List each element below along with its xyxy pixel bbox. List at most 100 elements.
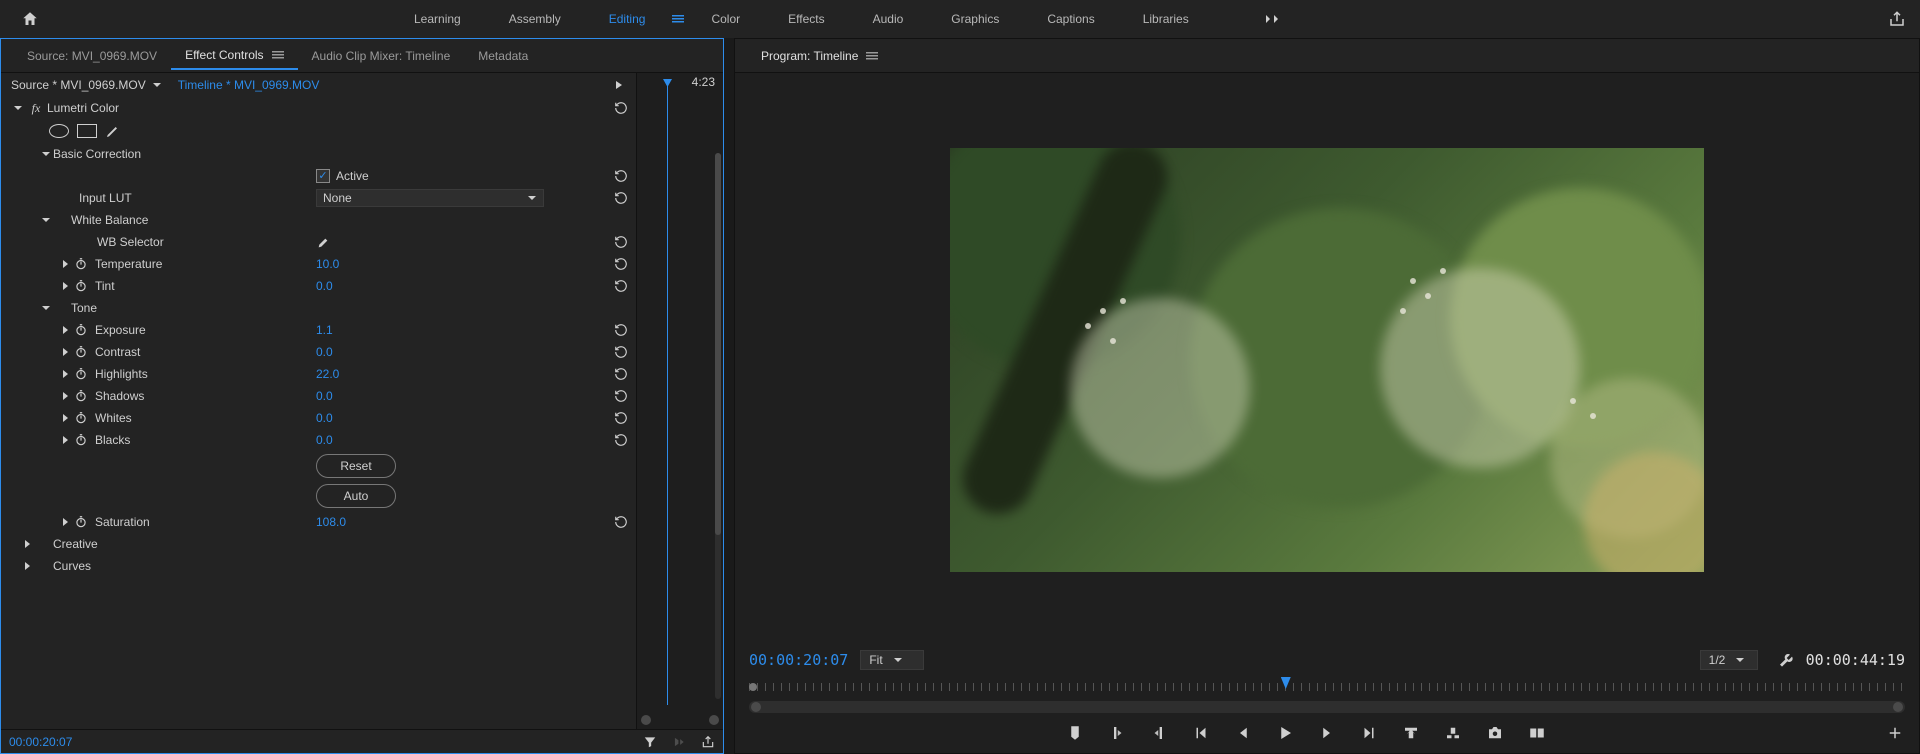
temperature-value[interactable]: 10.0: [316, 257, 339, 271]
effect-controls-scrollbar[interactable]: [715, 153, 721, 699]
stopwatch-shadows-icon[interactable]: [73, 388, 89, 404]
program-zoom-scrollbar[interactable]: [749, 701, 1905, 713]
stopwatch-blacks-icon[interactable]: [73, 432, 89, 448]
tone-auto-button[interactable]: Auto: [316, 484, 396, 508]
twirl-shadows[interactable]: [59, 391, 73, 401]
tone-reset-button[interactable]: Reset: [316, 454, 396, 478]
saturation-value[interactable]: 108.0: [316, 515, 346, 529]
twirl-tint[interactable]: [59, 281, 73, 291]
exposure-value[interactable]: 1.1: [316, 323, 333, 337]
twirl-creative[interactable]: [21, 539, 35, 549]
reset-tint-icon[interactable]: [614, 279, 628, 293]
workspace-assembly[interactable]: Assembly: [485, 0, 585, 38]
reset-wb-selector-icon[interactable]: [614, 235, 628, 249]
twirl-white-balance[interactable]: [39, 215, 53, 225]
reset-contrast-icon[interactable]: [614, 345, 628, 359]
active-checkbox[interactable]: [316, 169, 330, 183]
twirl-blacks[interactable]: [59, 435, 73, 445]
twirl-curves[interactable]: [21, 561, 35, 571]
create-snapshot-icon[interactable]: [701, 735, 715, 749]
stopwatch-saturation-icon[interactable]: [73, 514, 89, 530]
twirl-whites[interactable]: [59, 413, 73, 423]
workspace-libraries[interactable]: Libraries: [1119, 0, 1213, 38]
play-only-audio-icon[interactable]: [671, 735, 687, 749]
reset-input-lut-icon[interactable]: [614, 191, 628, 205]
program-panel-menu-icon[interactable]: [866, 50, 878, 62]
stopwatch-whites-icon[interactable]: [73, 410, 89, 426]
reset-temperature-icon[interactable]: [614, 257, 628, 271]
workspace-effects[interactable]: Effects: [764, 0, 848, 38]
go-to-in-button[interactable]: [1191, 723, 1211, 743]
workspace-overflow-button[interactable]: [1253, 13, 1293, 25]
twirl-contrast[interactable]: [59, 347, 73, 357]
home-button[interactable]: [0, 10, 60, 28]
reset-shadows-icon[interactable]: [614, 389, 628, 403]
play-button[interactable]: [1275, 723, 1295, 743]
program-scrub-bar[interactable]: [749, 673, 1905, 701]
zoom-level-dropdown[interactable]: Fit: [860, 650, 924, 670]
go-to-out-button[interactable]: [1359, 723, 1379, 743]
stopwatch-contrast-icon[interactable]: [73, 344, 89, 360]
add-marker-button[interactable]: [1065, 723, 1085, 743]
effect-controls-timecode[interactable]: 00:00:20:07: [9, 735, 72, 749]
reset-exposure-icon[interactable]: [614, 323, 628, 337]
mask-rectangle-button[interactable]: [77, 124, 97, 138]
twirl-tone[interactable]: [39, 303, 53, 313]
workspace-color[interactable]: Color: [687, 0, 764, 38]
mark-in-button[interactable]: [1107, 723, 1127, 743]
lift-button[interactable]: [1401, 723, 1421, 743]
workspace-graphics[interactable]: Graphics: [927, 0, 1023, 38]
twirl-lumetri[interactable]: [11, 103, 25, 113]
source-clip-dropdown-icon[interactable]: [152, 80, 162, 90]
program-current-timecode[interactable]: 00:00:20:07: [749, 651, 848, 669]
step-back-button[interactable]: [1233, 723, 1253, 743]
twirl-saturation[interactable]: [59, 517, 73, 527]
stopwatch-temperature-icon[interactable]: [73, 256, 89, 272]
workspace-captions[interactable]: Captions: [1023, 0, 1118, 38]
program-video-canvas[interactable]: [950, 148, 1704, 572]
comparison-view-button[interactable]: [1527, 723, 1547, 743]
mask-ellipse-button[interactable]: [49, 124, 69, 138]
workspace-editing-menu-icon[interactable]: [669, 0, 687, 38]
filter-effects-icon[interactable]: [643, 735, 657, 749]
go-to-next-keyframe-icon[interactable]: [614, 80, 624, 90]
reset-lumetri-icon[interactable]: [614, 101, 628, 115]
reset-whites-icon[interactable]: [614, 411, 628, 425]
whites-value[interactable]: 0.0: [316, 411, 333, 425]
tab-source[interactable]: Source: MVI_0969.MOV: [13, 43, 171, 69]
wb-eyedropper-icon[interactable]: [316, 234, 332, 250]
effect-zoom-handle-left[interactable]: [641, 715, 651, 725]
reset-saturation-icon[interactable]: [614, 515, 628, 529]
stopwatch-exposure-icon[interactable]: [73, 322, 89, 338]
input-lut-dropdown[interactable]: None: [316, 189, 544, 207]
twirl-highlights[interactable]: [59, 369, 73, 379]
workspace-editing[interactable]: Editing: [585, 0, 670, 38]
extract-button[interactable]: [1443, 723, 1463, 743]
effect-controls-timeline[interactable]: 4:23: [636, 73, 723, 729]
mark-out-button[interactable]: [1149, 723, 1169, 743]
tab-metadata[interactable]: Metadata: [464, 43, 542, 69]
tab-effect-controls[interactable]: Effect Controls: [171, 42, 297, 70]
button-editor-add-button[interactable]: [1885, 723, 1905, 743]
fx-badge-icon[interactable]: fx: [29, 101, 43, 115]
twirl-exposure[interactable]: [59, 325, 73, 335]
highlights-value[interactable]: 22.0: [316, 367, 339, 381]
share-button[interactable]: [1888, 10, 1906, 28]
step-forward-button[interactable]: [1317, 723, 1337, 743]
reset-active-icon[interactable]: [614, 169, 628, 183]
reset-blacks-icon[interactable]: [614, 433, 628, 447]
export-frame-button[interactable]: [1485, 723, 1505, 743]
tab-program[interactable]: Program: Timeline: [747, 43, 892, 69]
tab-audio-clip-mixer[interactable]: Audio Clip Mixer: Timeline: [298, 43, 465, 69]
effect-zoom-handle-right[interactable]: [709, 715, 719, 725]
blacks-value[interactable]: 0.0: [316, 433, 333, 447]
twirl-basic-correction[interactable]: [39, 149, 53, 159]
stopwatch-highlights-icon[interactable]: [73, 366, 89, 382]
twirl-temperature[interactable]: [59, 259, 73, 269]
contrast-value[interactable]: 0.0: [316, 345, 333, 359]
effect-timeline-playhead[interactable]: [667, 85, 668, 705]
reset-highlights-icon[interactable]: [614, 367, 628, 381]
shadows-value[interactable]: 0.0: [316, 389, 333, 403]
panel-menu-icon[interactable]: [272, 49, 284, 61]
playback-resolution-dropdown[interactable]: 1/2: [1700, 650, 1758, 670]
